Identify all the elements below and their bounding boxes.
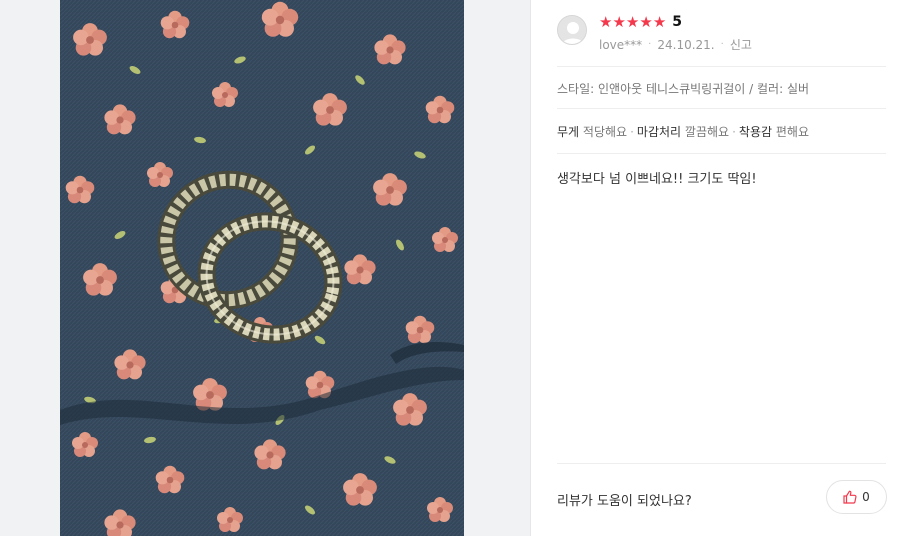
eval-key-weight: 무게 (557, 125, 580, 139)
style-label: 스타일 (557, 82, 591, 96)
star-icon: ★ (639, 13, 653, 31)
evaluation-summary: 무게 적당해요 · 마감처리 깔끔해요 · 착용감 편해요 (557, 125, 809, 139)
eval-key-finish: 마감처리 (636, 125, 682, 139)
helpful-button[interactable]: 0 (826, 480, 887, 514)
eval-value-fit: 편해요 (775, 125, 809, 139)
review-body: 생각보다 넘 이쁘네요!! 크기도 딱임! (557, 172, 757, 187)
divider (557, 153, 886, 154)
star-icon: ★ (599, 13, 613, 31)
star-icon: ★ (652, 13, 667, 31)
helpful-question: 리뷰가 도움이 되었나요? (557, 494, 692, 509)
star-icon: ★ (612, 13, 626, 31)
eval-value-finish: 깔끔해요 (684, 125, 730, 139)
option-info: 스타일: 인앤아웃 테니스큐빅링귀걸이 / 컬러: 실버 (557, 82, 810, 96)
review-detail-panel: ★ ★ ★ ★ ★ 5 love*** · 24.10.21. · 신고 스타일… (532, 0, 908, 536)
thumbs-up-icon (843, 490, 857, 504)
color-label: 컬러 (757, 82, 780, 96)
divider (557, 108, 886, 109)
divider (557, 66, 886, 67)
style-value: 인앤아웃 테니스큐빅링귀걸이 (597, 82, 746, 96)
color-value: 실버 (786, 82, 810, 96)
helpful-count: 0 (862, 490, 870, 504)
user-avatar (557, 15, 587, 45)
star-icon: ★ (625, 13, 640, 31)
rating-value: 5 (672, 14, 683, 30)
separator-dot: · (720, 39, 724, 50)
star-rating: ★ ★ ★ ★ ★ 5 (599, 13, 682, 31)
report-link[interactable]: 신고 (730, 36, 752, 53)
review-date: 24.10.21. (657, 37, 715, 52)
separator-dot: · (648, 39, 652, 50)
photo-viewer (0, 0, 531, 536)
person-icon (558, 16, 586, 44)
eval-key-fit: 착용감 (738, 125, 773, 139)
review-photo[interactable] (60, 0, 464, 536)
review-meta: love*** · 24.10.21. · 신고 (599, 36, 752, 53)
username: love*** (599, 37, 643, 52)
divider (557, 463, 886, 464)
eval-value-weight: 적당해요 (582, 125, 628, 139)
